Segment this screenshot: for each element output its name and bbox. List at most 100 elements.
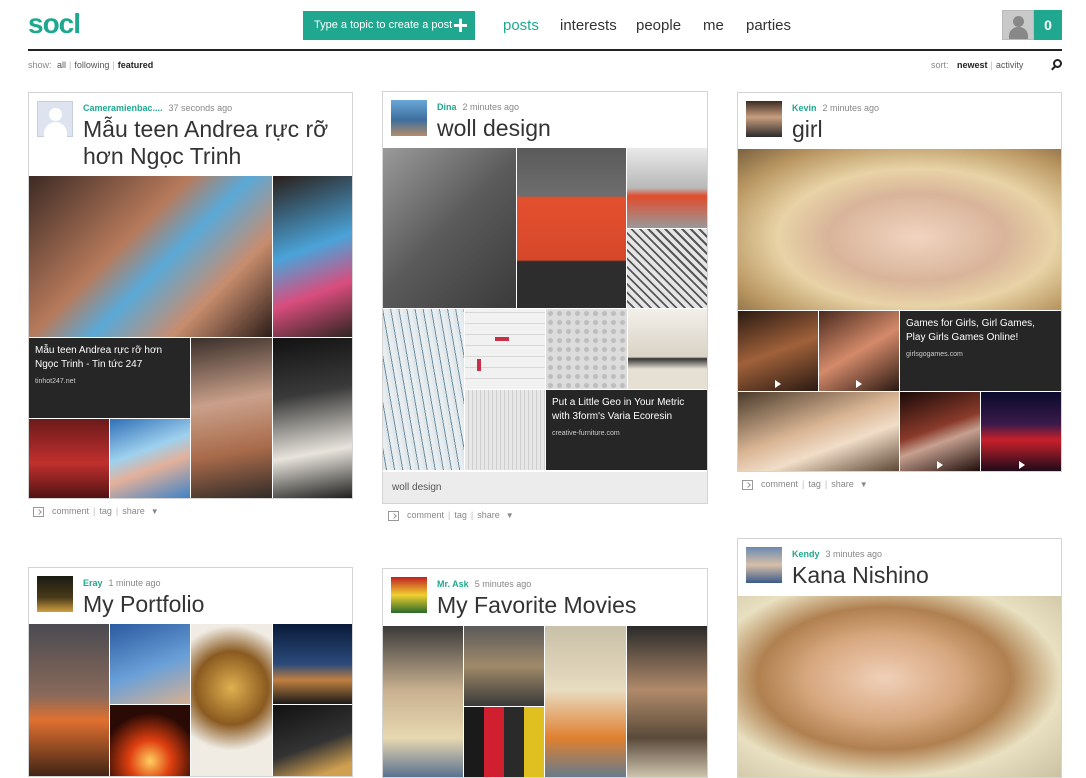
comment-icon[interactable] bbox=[388, 510, 399, 521]
post-title[interactable]: woll design bbox=[437, 115, 551, 142]
post-photo[interactable] bbox=[465, 309, 545, 389]
post-photo[interactable] bbox=[110, 624, 190, 704]
filter-featured[interactable]: featured bbox=[118, 60, 154, 70]
post-photo[interactable] bbox=[273, 624, 352, 704]
comment-link[interactable]: comment bbox=[52, 506, 89, 516]
play-icon[interactable] bbox=[1019, 461, 1025, 469]
post-title[interactable]: My Portfolio bbox=[83, 591, 204, 618]
post-photo[interactable] bbox=[273, 338, 352, 498]
nav-interests[interactable]: interests bbox=[560, 17, 617, 34]
post-title[interactable]: girl bbox=[792, 116, 823, 143]
post-title[interactable]: Kana Nishino bbox=[792, 562, 929, 589]
post-title[interactable]: Mẫu teen Andrea rực rỡ hơn Ngọc Trinh bbox=[83, 116, 343, 170]
nav-posts[interactable]: posts bbox=[503, 17, 539, 34]
share-link[interactable]: share bbox=[122, 506, 145, 516]
author-avatar[interactable] bbox=[37, 101, 73, 137]
filter-all[interactable]: all bbox=[57, 60, 66, 70]
post-author[interactable]: Kendy 3 minutes ago bbox=[792, 549, 882, 559]
post-photo[interactable] bbox=[546, 309, 627, 389]
author-avatar[interactable] bbox=[746, 547, 782, 583]
post-video[interactable] bbox=[738, 311, 818, 391]
play-icon[interactable] bbox=[775, 380, 781, 388]
dropdown-arrow-icon[interactable]: ▼ bbox=[151, 507, 159, 516]
post-card[interactable]: Cameramienbac.... 37 seconds ago Mẫu teen… bbox=[28, 92, 353, 499]
search-icon[interactable] bbox=[1050, 59, 1062, 71]
link-domain: girlsgogames.com bbox=[906, 351, 963, 358]
post-photo[interactable] bbox=[383, 148, 516, 308]
comment-icon[interactable] bbox=[33, 506, 44, 517]
link-title: Games for Girls, Girl Games, Play Girls … bbox=[906, 318, 1035, 343]
author-avatar[interactable] bbox=[391, 100, 427, 136]
post-photo[interactable] bbox=[464, 626, 544, 706]
tag-link[interactable]: tag bbox=[454, 510, 467, 520]
post-video[interactable] bbox=[900, 392, 980, 471]
post-video[interactable] bbox=[819, 311, 899, 391]
author-avatar[interactable] bbox=[37, 576, 73, 612]
post-photo[interactable] bbox=[738, 596, 1061, 777]
share-link[interactable]: share bbox=[831, 479, 854, 489]
post-photo[interactable] bbox=[628, 309, 707, 389]
post-photo[interactable] bbox=[545, 626, 626, 777]
post-photo[interactable] bbox=[29, 176, 272, 337]
post-photo[interactable] bbox=[464, 707, 544, 777]
dropdown-arrow-icon[interactable]: ▼ bbox=[506, 511, 514, 520]
post-photo[interactable] bbox=[465, 390, 545, 470]
post-photo[interactable] bbox=[383, 626, 463, 777]
post-title[interactable]: My Favorite Movies bbox=[437, 592, 636, 619]
tag-link[interactable]: tag bbox=[808, 479, 821, 489]
post-photo[interactable] bbox=[627, 626, 707, 777]
post-time: 37 seconds ago bbox=[168, 103, 233, 113]
sort-activity[interactable]: activity bbox=[996, 60, 1024, 70]
post-card[interactable]: Kendy 3 minutes ago Kana Nishino bbox=[737, 538, 1062, 778]
post-video[interactable] bbox=[981, 392, 1061, 471]
post-photo[interactable] bbox=[627, 148, 707, 228]
post-card[interactable]: Mr. Ask 5 minutes ago My Favorite Movies bbox=[382, 568, 708, 778]
post-photo[interactable] bbox=[273, 176, 352, 337]
post-photo[interactable] bbox=[191, 338, 272, 498]
notification-count[interactable]: 0 bbox=[1034, 10, 1062, 40]
comment-link[interactable]: comment bbox=[407, 510, 444, 520]
create-post-input[interactable]: Type a topic to create a post + bbox=[303, 11, 475, 40]
post-photo[interactable] bbox=[738, 149, 1061, 310]
post-photo[interactable] bbox=[29, 624, 109, 776]
post-card[interactable]: Dina 2 minutes ago woll design Put a Litt… bbox=[382, 91, 708, 504]
author-avatar[interactable] bbox=[746, 101, 782, 137]
avatar-icon[interactable] bbox=[1002, 10, 1034, 40]
post-author[interactable]: Kevin 2 minutes ago bbox=[792, 103, 879, 113]
nav-people[interactable]: people bbox=[636, 17, 681, 34]
comment-icon[interactable] bbox=[742, 479, 753, 490]
show-filter: show: all | following | featured bbox=[28, 60, 154, 70]
post-photo[interactable] bbox=[517, 148, 626, 308]
tag-link[interactable]: tag bbox=[99, 506, 112, 516]
dropdown-arrow-icon[interactable]: ▼ bbox=[860, 480, 868, 489]
filter-following[interactable]: following bbox=[74, 60, 109, 70]
link-preview[interactable]: Put a Little Geo in Your Metric with 3fo… bbox=[546, 390, 707, 470]
socl-logo[interactable]: socl bbox=[28, 8, 81, 40]
post-author[interactable]: Dina 2 minutes ago bbox=[437, 102, 519, 112]
plus-icon[interactable]: + bbox=[453, 11, 468, 39]
share-link[interactable]: share bbox=[477, 510, 500, 520]
post-card[interactable]: Kevin 2 minutes ago girl Games for Girls,… bbox=[737, 92, 1062, 472]
post-photo[interactable] bbox=[738, 392, 899, 471]
nav-parties[interactable]: parties bbox=[746, 17, 791, 34]
play-icon[interactable] bbox=[937, 461, 943, 469]
post-photo[interactable] bbox=[191, 624, 272, 776]
link-preview[interactable]: Mẫu teen Andrea rực rỡ hơn Ngọc Trinh - … bbox=[29, 338, 190, 418]
nav-me[interactable]: me bbox=[703, 17, 724, 34]
post-caption: woll design bbox=[383, 472, 707, 503]
post-author[interactable]: Cameramienbac.... 37 seconds ago bbox=[83, 103, 232, 113]
post-photo[interactable] bbox=[110, 419, 190, 498]
comment-link[interactable]: comment bbox=[761, 479, 798, 489]
post-author[interactable]: Mr. Ask 5 minutes ago bbox=[437, 579, 531, 589]
sort-newest[interactable]: newest bbox=[957, 60, 988, 70]
post-photo[interactable] bbox=[29, 419, 109, 498]
post-photo[interactable] bbox=[627, 229, 707, 308]
link-preview[interactable]: Games for Girls, Girl Games, Play Girls … bbox=[900, 311, 1061, 391]
play-icon[interactable] bbox=[856, 380, 862, 388]
post-photo[interactable] bbox=[273, 705, 352, 776]
post-photo[interactable] bbox=[110, 705, 190, 776]
post-card[interactable]: Eray 1 minute ago My Portfolio bbox=[28, 567, 353, 777]
post-author[interactable]: Eray 1 minute ago bbox=[83, 578, 161, 588]
author-avatar[interactable] bbox=[391, 577, 427, 613]
post-photo[interactable] bbox=[383, 309, 464, 470]
